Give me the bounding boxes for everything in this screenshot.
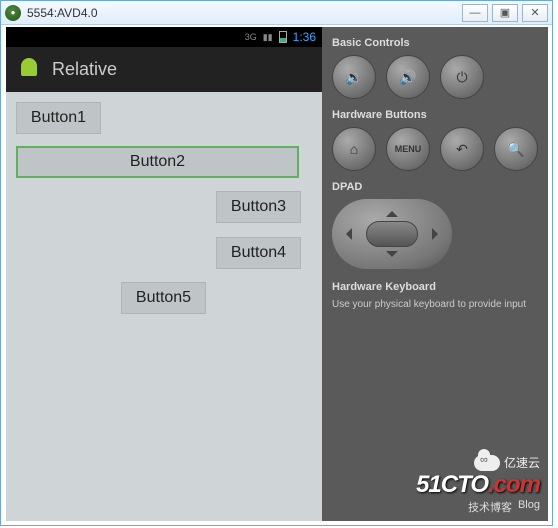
back-button[interactable]: ↶ (440, 127, 484, 171)
window-close-button[interactable]: ✕ (522, 4, 548, 22)
dpad-down-button[interactable] (386, 251, 398, 263)
dpad-right-button[interactable] (432, 228, 444, 240)
hardware-keyboard-hint: Use your physical keyboard to provide in… (332, 299, 538, 310)
content-area: 3G ▮▮ 1:36 Relative Button1 Button2 Butt… (6, 27, 548, 521)
secondary-watermark: 亿速云 (474, 454, 540, 471)
dpad-center-button[interactable] (366, 221, 418, 247)
cloud-icon (474, 455, 500, 471)
volume-down-button[interactable]: 🔉 (332, 55, 376, 99)
window-minimize-button[interactable]: — (462, 4, 488, 22)
emulator-control-panel: Basic Controls 🔉 🔊 ⏻ Hardware Buttons ⌂ … (322, 27, 548, 521)
watermark-brand: 51CTO.com (416, 471, 540, 499)
signal-icon: ▮▮ (263, 32, 273, 43)
android-logo-icon (18, 58, 40, 82)
watermark-brand-suffix: .com (488, 471, 540, 498)
volume-up-button[interactable]: 🔊 (386, 55, 430, 99)
basic-controls-heading: Basic Controls (332, 37, 538, 49)
watermark: 51CTO.com 技术博客 Blog (416, 471, 540, 515)
emulator-window: ● 5554:AVD4.0 — ▣ ✕ 3G ▮▮ 1:36 Relative … (0, 0, 553, 526)
button-5[interactable]: Button5 (121, 282, 206, 314)
button-2[interactable]: Button2 (16, 146, 299, 178)
window-titlebar: ● 5554:AVD4.0 — ▣ ✕ (1, 1, 552, 25)
battery-icon (279, 31, 287, 43)
hardware-buttons-row: ⌂ MENU ↶ 🔍 (332, 127, 538, 171)
watermark-brand-main: 51CTO (416, 471, 488, 498)
device-screen: 3G ▮▮ 1:36 Relative Button1 Button2 Butt… (6, 27, 322, 521)
window-maximize-button[interactable]: ▣ (492, 4, 518, 22)
dpad-heading: DPAD (332, 181, 538, 193)
watermark-tagline-zh: 技术博客 (468, 499, 512, 515)
button-1[interactable]: Button1 (16, 102, 101, 134)
search-button[interactable]: 🔍 (494, 127, 538, 171)
status-clock: 1:36 (293, 30, 316, 44)
watermark-tagline: 技术博客 Blog (416, 499, 540, 515)
android-statusbar: 3G ▮▮ 1:36 (6, 27, 322, 47)
dpad (332, 199, 452, 269)
hardware-buttons-heading: Hardware Buttons (332, 109, 538, 121)
button-4[interactable]: Button4 (216, 237, 301, 269)
app-icon: ● (5, 5, 21, 21)
watermark-tagline-en: Blog (518, 499, 540, 515)
app-action-bar: Relative (6, 47, 322, 92)
app-title: Relative (52, 59, 117, 80)
home-button[interactable]: ⌂ (332, 127, 376, 171)
activity-screen: Button1 Button2 Button3 Button4 Button5 (6, 92, 322, 521)
dpad-up-button[interactable] (386, 205, 398, 217)
hardware-keyboard-heading: Hardware Keyboard (332, 281, 538, 293)
window-title: 5554:AVD4.0 (27, 6, 98, 20)
power-button[interactable]: ⏻ (440, 55, 484, 99)
button-3[interactable]: Button3 (216, 191, 301, 223)
network-type-label: 3G (245, 32, 257, 42)
menu-button[interactable]: MENU (386, 127, 430, 171)
secondary-watermark-text: 亿速云 (504, 454, 540, 471)
dpad-left-button[interactable] (340, 228, 352, 240)
basic-controls-row: 🔉 🔊 ⏻ (332, 55, 538, 99)
